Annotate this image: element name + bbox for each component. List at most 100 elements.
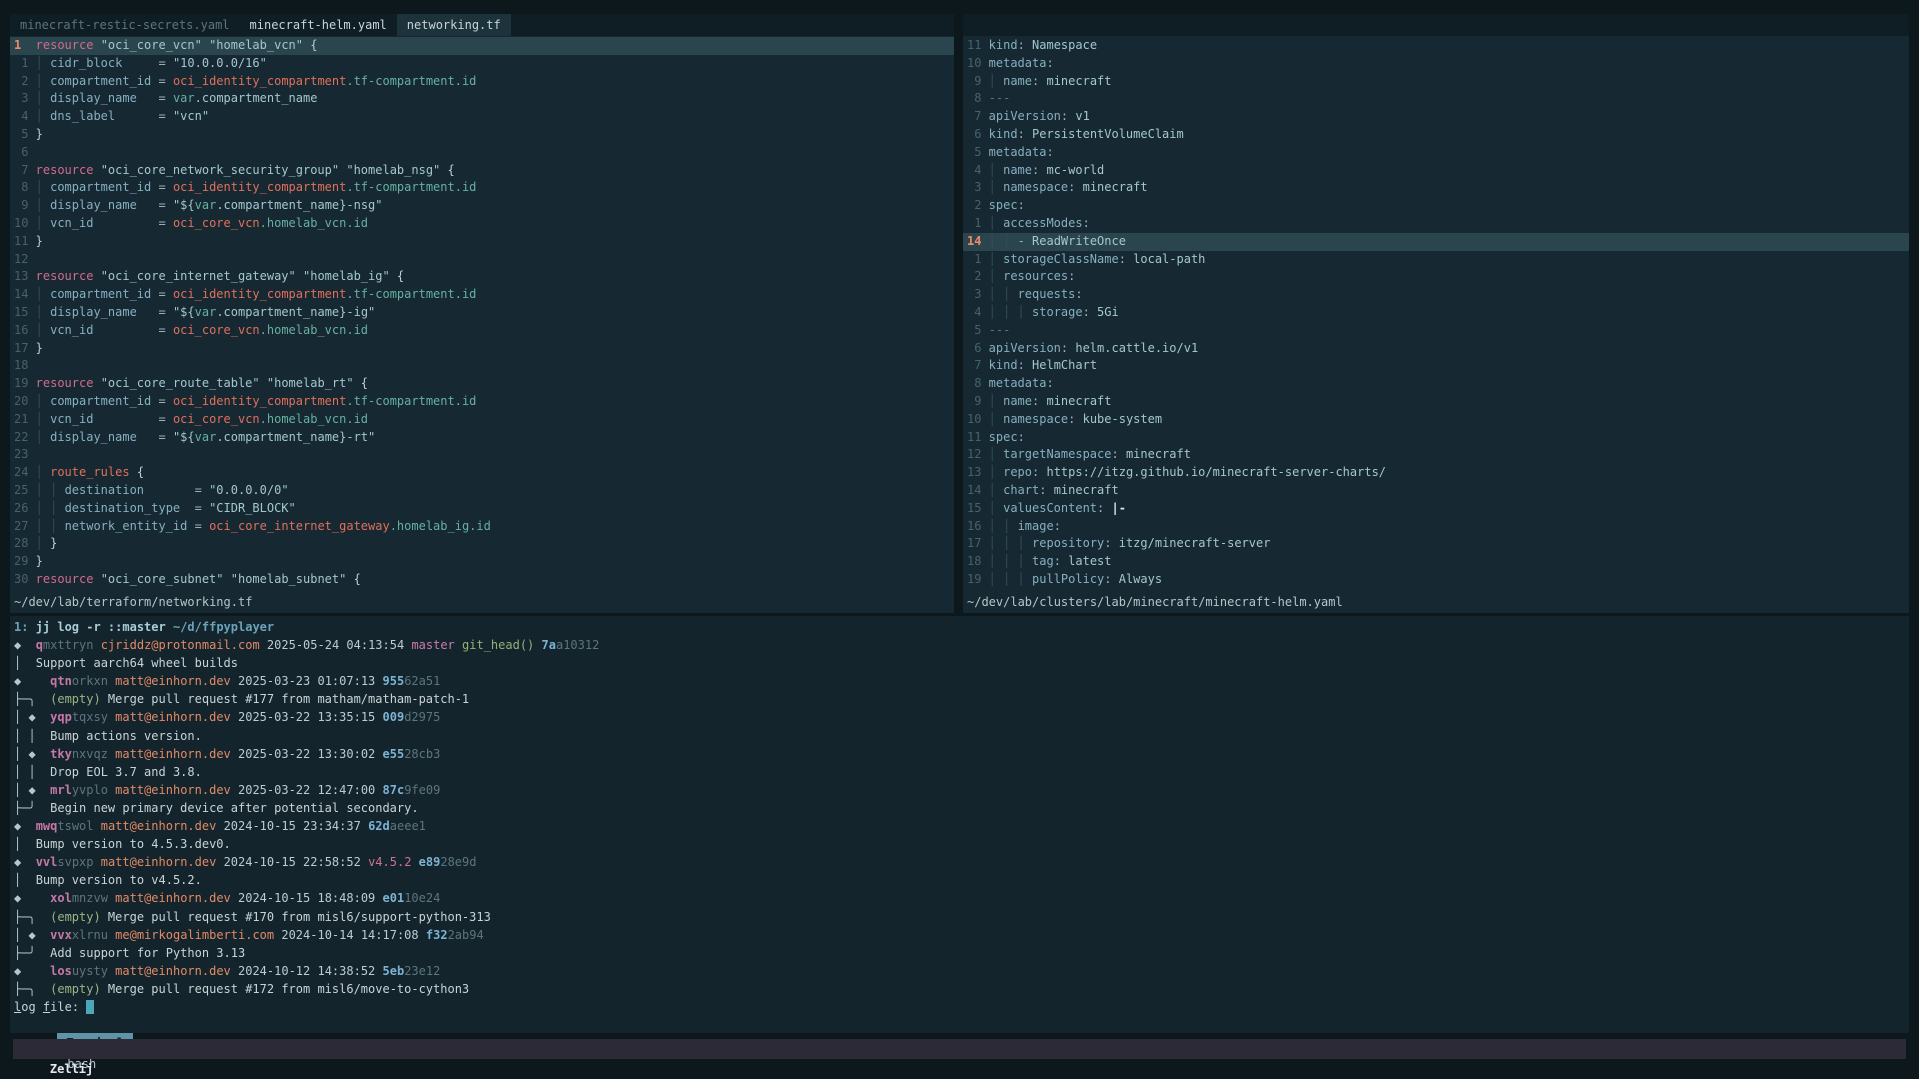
code-line[interactable]: 16│ │ image: xyxy=(963,518,1909,536)
text-segment: │ xyxy=(36,91,50,105)
code-line[interactable]: 6apiVersion: helm.cattle.io/v1 xyxy=(963,340,1909,358)
code-line[interactable]: 7apiVersion: v1 xyxy=(963,108,1909,126)
editor-split-minecraft-helm-yaml[interactable]: 11kind: Namespace10metadata:9│ name: min… xyxy=(963,36,1909,613)
split-divider[interactable] xyxy=(954,14,963,613)
text-segment: } xyxy=(50,536,57,550)
text-segment: e89 xyxy=(419,855,441,869)
terminal-title-line: 1: jj log -r ::master ~/d/ffpyplayer xyxy=(14,618,1909,636)
text-segment xyxy=(455,638,462,652)
text-segment: .tf-compartment.id xyxy=(346,394,476,408)
code-line[interactable]: 27│ │ network_entity_id = oci_core_inter… xyxy=(10,518,954,536)
code-line-cursor[interactable]: 1resource "oci_core_vcn" "homelab_vcn" { xyxy=(10,37,954,55)
code-line[interactable]: 19resource "oci_core_route_table" "homel… xyxy=(10,375,954,393)
code-line[interactable]: 10│ namespace: kube-system xyxy=(963,411,1909,429)
code-line[interactable]: 5--- xyxy=(963,322,1909,340)
text-segment: │ │ │ xyxy=(989,536,1032,550)
code-line[interactable]: 13│ repo: https://itzg.github.io/minecra… xyxy=(963,464,1909,482)
buffer-tab-minecraft-helm-yaml[interactable]: minecraft-helm.yaml xyxy=(240,14,397,36)
code-line[interactable]: 12 xyxy=(10,251,954,269)
code-line[interactable]: 10metadata: xyxy=(963,55,1909,73)
code-line[interactable]: 6 xyxy=(10,144,954,162)
code-line[interactable]: 15│ display_name = "${var.compartment_na… xyxy=(10,304,954,322)
text-segment: jj log -r ::master xyxy=(36,620,173,634)
code-line[interactable]: 19│ │ │ pullPolicy: Always xyxy=(963,571,1909,589)
code-line[interactable]: 10│ vcn_id = oci_core_vcn.homelab_vcn.id xyxy=(10,215,954,233)
text-segment xyxy=(94,638,101,652)
code-line[interactable]: 26│ │ destination_type = "CIDR_BLOCK" xyxy=(10,500,954,518)
code-line[interactable]: 11kind: Namespace xyxy=(963,37,1909,55)
code-line[interactable]: 18│ │ │ tag: latest xyxy=(963,553,1909,571)
text-segment: valuesContent xyxy=(1003,501,1097,515)
code-line[interactable]: 17│ │ │ repository: itzg/minecraft-serve… xyxy=(963,535,1909,553)
code-line[interactable]: 8--- xyxy=(963,90,1909,108)
code-line[interactable]: 2spec: xyxy=(963,197,1909,215)
code-line[interactable]: 13resource "oci_core_internet_gateway" "… xyxy=(10,268,954,286)
code-line[interactable]: 2│ resources: xyxy=(963,268,1909,286)
statusline-right: ~/dev/lab/clusters/lab/minecraft/minecra… xyxy=(963,594,1909,611)
code-line[interactable]: 8│ compartment_id = oci_identity_compart… xyxy=(10,179,954,197)
text-segment: │ │ │ xyxy=(989,572,1032,586)
helix-editor-pane[interactable]: minecraft-restic-secrets.yamlminecraft-h… xyxy=(10,14,1909,613)
code-line[interactable]: 5metadata: xyxy=(963,144,1909,162)
code-line[interactable]: 3│ │ requests: xyxy=(963,286,1909,304)
code-line[interactable]: 15│ valuesContent: |- xyxy=(963,500,1909,518)
text-segment: .compartment_name xyxy=(195,91,318,105)
buffer-tab-networking-tf[interactable]: networking.tf xyxy=(397,14,511,36)
code-line[interactable]: 12│ targetNamespace: minecraft xyxy=(963,446,1909,464)
code-line[interactable]: 21│ vcn_id = oci_core_vcn.homelab_vcn.id xyxy=(10,411,954,429)
editor-split-networking-tf[interactable]: 1resource "oci_core_vcn" "homelab_vcn" {… xyxy=(10,36,954,613)
text-segment: = xyxy=(195,501,209,515)
code-line[interactable]: 11spec: xyxy=(963,429,1909,447)
text-segment: storage xyxy=(1032,305,1083,319)
code-line[interactable]: 4│ name: mc-world xyxy=(963,162,1909,180)
code-line[interactable]: 9│ name: minecraft xyxy=(963,393,1909,411)
terminal-pane[interactable]: 1: jj log -r ::master ~/d/ffpyplayer◆ qm… xyxy=(10,616,1909,1033)
code-line[interactable]: 5} xyxy=(10,126,954,144)
code-line[interactable]: 28│ } xyxy=(10,535,954,553)
text-segment: destination xyxy=(65,483,144,497)
text-segment xyxy=(231,747,238,761)
code-line[interactable]: 4│ │ │ storage: 5Gi xyxy=(963,304,1909,322)
code-line[interactable]: 2│ compartment_id = oci_identity_compart… xyxy=(10,73,954,91)
code-line[interactable]: 16│ vcn_id = oci_core_vcn.homelab_vcn.id xyxy=(10,322,954,340)
text-segment: matt@einhorn.dev xyxy=(115,783,231,797)
code-line[interactable]: 8metadata: xyxy=(963,375,1909,393)
code-line[interactable]: 30resource "oci_core_subnet" "homelab_su… xyxy=(10,571,954,589)
code-lines-networking-tf: 1resource "oci_core_vcn" "homelab_vcn" {… xyxy=(10,37,954,589)
code-line[interactable]: 14│ compartment_id = oci_identity_compar… xyxy=(10,286,954,304)
code-line[interactable]: 9│ display_name = "${var.compartment_nam… xyxy=(10,197,954,215)
code-line[interactable]: 14│ chart: minecraft xyxy=(963,482,1909,500)
code-line[interactable]: 29} xyxy=(10,553,954,571)
line-number: 21 xyxy=(10,411,28,429)
text-segment: v4.5.2 xyxy=(368,855,411,869)
code-line[interactable]: 20│ compartment_id = oci_identity_compar… xyxy=(10,393,954,411)
jj-log-line: ├─╮ (empty) Merge pull request #177 from… xyxy=(14,690,1909,708)
line-number: 1 xyxy=(963,215,981,233)
code-line[interactable]: 24│ route_rules { xyxy=(10,464,954,482)
code-line[interactable]: 7kind: HelmChart xyxy=(963,357,1909,375)
code-line[interactable]: 1│ storageClassName: local-path xyxy=(963,251,1909,269)
code-line[interactable]: 17} xyxy=(10,340,954,358)
code-line[interactable]: 18 xyxy=(10,357,954,375)
text-segment: matt@einhorn.dev xyxy=(115,747,231,761)
code-line[interactable]: 3│ display_name = var.compartment_name xyxy=(10,90,954,108)
code-line[interactable]: 7resource "oci_core_network_security_gro… xyxy=(10,162,954,180)
code-line[interactable]: 4│ dns_label = "vcn" xyxy=(10,108,954,126)
text-segment: │ xyxy=(989,269,1003,283)
text-segment xyxy=(93,323,158,337)
buffer-tab-minecraft-restic-secrets-yaml[interactable]: minecraft-restic-secrets.yaml xyxy=(10,14,240,36)
text-segment: │ xyxy=(989,180,1003,194)
text-segment: name xyxy=(1003,74,1032,88)
line-number: 15 xyxy=(10,304,28,322)
code-line[interactable]: 1│ cidr_block = "10.0.0.0/16" xyxy=(10,55,954,73)
code-line[interactable]: 1│ accessModes: xyxy=(963,215,1909,233)
code-line[interactable]: 22│ display_name = "${var.compartment_na… xyxy=(10,429,954,447)
code-line[interactable]: 6kind: PersistentVolumeClaim xyxy=(963,126,1909,144)
text-segment: yqp xyxy=(50,710,72,724)
code-line[interactable]: 11} xyxy=(10,233,954,251)
code-line[interactable]: 3│ namespace: minecraft xyxy=(963,179,1909,197)
code-line[interactable]: 25│ │ destination = "0.0.0.0/0" xyxy=(10,482,954,500)
code-line-cursor[interactable]: 14│ │ - ReadWriteOnce xyxy=(963,233,1909,251)
code-line[interactable]: 23 xyxy=(10,446,954,464)
code-line[interactable]: 9│ name: minecraft xyxy=(963,73,1909,91)
